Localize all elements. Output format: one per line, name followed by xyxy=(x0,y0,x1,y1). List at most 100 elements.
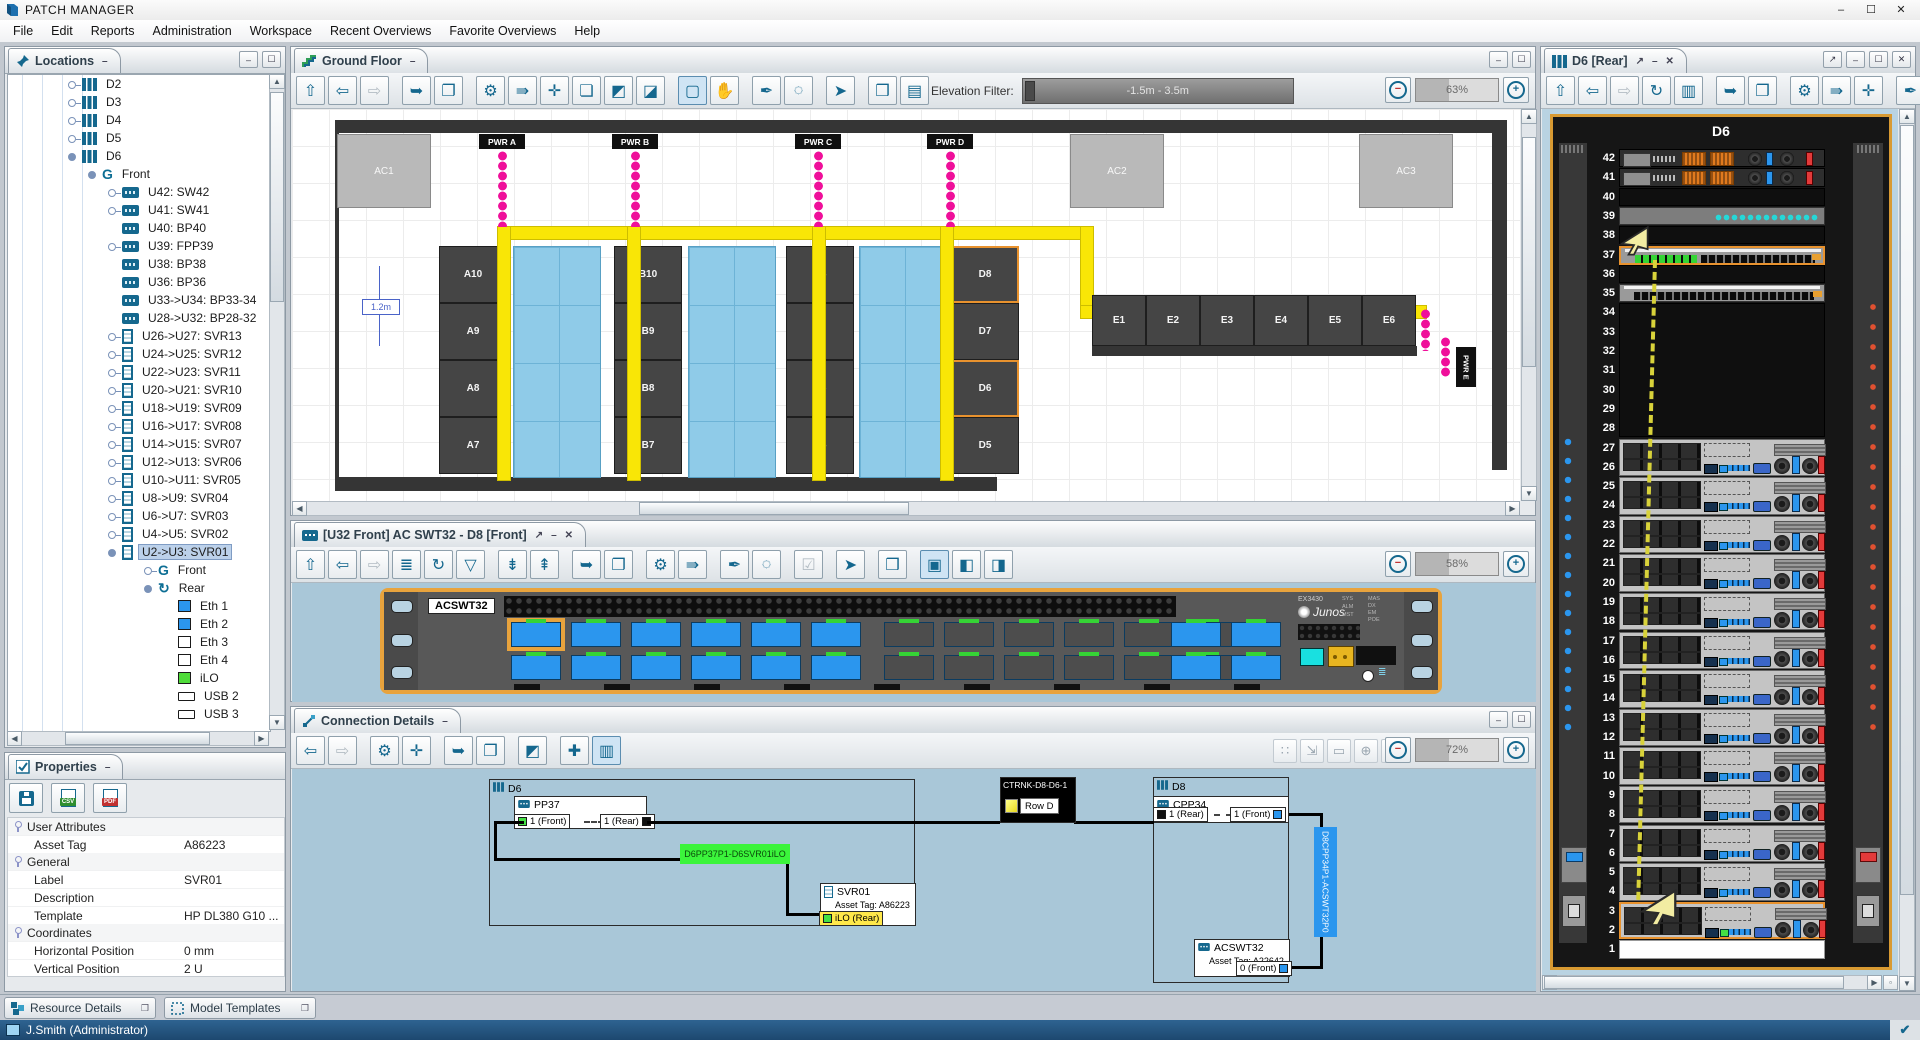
view-alt-button[interactable]: ◨ xyxy=(984,550,1013,579)
expander-collapsed-icon[interactable] xyxy=(108,205,119,216)
window-maximize-button[interactable]: ☐ xyxy=(1856,0,1886,19)
up-button[interactable]: ⇧ xyxy=(1546,76,1575,105)
pwr-node[interactable]: PWR A xyxy=(479,134,525,149)
tree-item-d5[interactable]: D5 xyxy=(8,129,270,147)
device-view-ctl[interactable]: – xyxy=(551,530,557,541)
lock-button[interactable]: ◩ xyxy=(604,76,633,105)
properties-ctl[interactable]: – xyxy=(105,762,111,773)
switch-port[interactable] xyxy=(1064,622,1114,647)
tree-item-usb-2[interactable]: USB 2 xyxy=(8,687,270,705)
rack-vscroll-up[interactable]: ▲ xyxy=(1899,109,1915,124)
tree-item-d2[interactable]: D2 xyxy=(8,75,270,93)
ac-unit-ac2[interactable]: AC2 xyxy=(1070,134,1164,208)
property-row[interactable]: TemplateHP DL380 G10 ... xyxy=(8,906,284,924)
rotate-button[interactable]: ↻ xyxy=(424,550,453,579)
bottom-tab-resource-details[interactable]: Resource Details❐ xyxy=(4,997,156,1019)
menu-administration[interactable]: Administration xyxy=(143,22,240,40)
rack-up-button[interactable]: ⇞ xyxy=(530,550,559,579)
book-button[interactable]: ❒ xyxy=(868,76,897,105)
tree-item-u18-u19-svr09[interactable]: U18->U19: SVR09 xyxy=(8,399,270,417)
columns-button[interactable]: ▥ xyxy=(1674,76,1703,105)
layers-button[interactable]: ❏ xyxy=(572,76,601,105)
switch-port[interactable] xyxy=(511,655,561,680)
expander-collapsed-icon[interactable] xyxy=(108,493,119,504)
rack-view-winctls-btn[interactable]: ☐ xyxy=(1869,51,1888,68)
tree-item-eth-2[interactable]: Eth 2 xyxy=(8,615,270,633)
list-button[interactable]: ≣ xyxy=(392,550,421,579)
zoom-in-button[interactable]: + xyxy=(1503,77,1529,103)
rack-corner-box[interactable]: ▫ xyxy=(1883,975,1898,990)
save-button[interactable] xyxy=(9,783,43,813)
tree-item-front[interactable]: GFront xyxy=(8,165,270,183)
tree-item-u6-u7-svr03[interactable]: U6->U7: SVR03 xyxy=(8,507,270,525)
property-row[interactable]: Vertical Position2 U xyxy=(8,959,284,977)
locations-hscroll-left[interactable]: ◀ xyxy=(7,731,22,746)
elevation-filter-thumb[interactable] xyxy=(1025,81,1035,101)
reset-button[interactable] xyxy=(1362,670,1374,682)
view-normal-button[interactable]: ▣ xyxy=(920,550,949,579)
switch-port[interactable] xyxy=(884,655,934,680)
export-button[interactable]: ➥ xyxy=(444,736,473,765)
align-button[interactable]: ✛ xyxy=(402,736,431,765)
ac-unit-ac1[interactable]: AC1 xyxy=(337,134,431,208)
switch-device[interactable]: ACSWT32EX3430JunosSYSALMMSTMASDXEMPOE≣ xyxy=(380,588,1442,694)
elevation-filter-slider[interactable]: -1.5m - 3.5m xyxy=(1022,78,1294,104)
rack-switch-rear[interactable] xyxy=(1619,168,1825,186)
rack-switch-rear[interactable] xyxy=(1619,149,1825,167)
switch-port[interactable] xyxy=(1171,622,1221,647)
pin-button[interactable]: ✒ xyxy=(1896,76,1920,105)
switch-port[interactable] xyxy=(751,655,801,680)
back-button[interactable]: ⇦ xyxy=(328,550,357,579)
copy-button[interactable]: ❐ xyxy=(476,736,505,765)
back-button[interactable]: ⇦ xyxy=(1578,76,1607,105)
expander-collapsed-icon[interactable] xyxy=(108,349,119,360)
rack-view-ctl[interactable]: – xyxy=(1652,56,1658,67)
connection-winctls-btn[interactable]: – xyxy=(1489,711,1508,728)
tree-item-eth-4[interactable]: Eth 4 xyxy=(8,651,270,669)
link-button[interactable]: ⊕ xyxy=(1354,739,1378,763)
expander-collapsed-icon[interactable] xyxy=(68,133,79,144)
blank-panel[interactable] xyxy=(1619,265,1825,283)
ground-floor-tab[interactable]: Ground Floor– xyxy=(294,48,428,73)
navigate-button[interactable]: ⇛ xyxy=(678,550,707,579)
select-button[interactable]: ▢ xyxy=(678,76,707,105)
cursor-button[interactable]: ➤ xyxy=(836,550,865,579)
navigate-button[interactable]: ⇛ xyxy=(1822,76,1851,105)
connection-details-tab[interactable]: Connection Details– xyxy=(294,708,461,733)
floor-rack-d8[interactable]: D8 xyxy=(951,246,1019,303)
rack-down-button[interactable]: ⇟ xyxy=(498,550,527,579)
locations-ctl[interactable]: – xyxy=(102,56,108,67)
switch-port[interactable] xyxy=(1124,655,1174,680)
up-button[interactable]: ⇧ xyxy=(296,550,325,579)
highlight-zone[interactable] xyxy=(859,246,947,478)
rack-canvas[interactable]: D642414039383736353433323130292827262524… xyxy=(1542,109,1898,991)
port-chip-0front[interactable]: 0 (Front) xyxy=(1236,961,1292,976)
highlight-zone[interactable] xyxy=(513,246,601,478)
switch-port[interactable] xyxy=(1171,655,1221,680)
tree-item-u42-sw42[interactable]: U42: SW42 xyxy=(8,183,270,201)
pwr-node[interactable]: PWR D xyxy=(927,134,973,149)
floor-rack-d7[interactable]: D7 xyxy=(951,303,1019,360)
tree-item-u39-fpp39[interactable]: U39: FPP39 xyxy=(8,237,270,255)
copy-button[interactable]: ❐ xyxy=(1748,76,1777,105)
patch-panel-35[interactable] xyxy=(1619,284,1825,302)
locations-vscroll-up[interactable]: ▲ xyxy=(269,74,285,89)
locations-winctls-btn[interactable]: ☐ xyxy=(262,51,281,68)
tree-item-u12-u13-svr06[interactable]: U12->U13: SVR06 xyxy=(8,453,270,471)
expander-expanded-icon[interactable] xyxy=(88,169,99,180)
locations-hscroll-thumb[interactable] xyxy=(65,732,210,745)
highlight-zone[interactable] xyxy=(688,246,776,478)
expander-collapsed-icon[interactable] xyxy=(68,97,79,108)
tree-item-u2-u3-svr01[interactable]: U2->U3: SVR01 xyxy=(8,543,270,561)
view-split-button[interactable]: ◧ xyxy=(952,550,981,579)
lasso-button[interactable]: ◌ xyxy=(784,76,813,105)
switch-port[interactable] xyxy=(751,622,801,647)
properties-tab[interactable]: Properties– xyxy=(8,754,123,779)
rack-server[interactable] xyxy=(1619,786,1825,824)
rack-server[interactable] xyxy=(1619,747,1825,785)
menu-help[interactable]: Help xyxy=(565,22,609,40)
expander-collapsed-icon[interactable] xyxy=(108,187,119,198)
switch-port[interactable] xyxy=(811,622,861,647)
switch-port[interactable] xyxy=(1124,622,1174,647)
export-pdf-button[interactable]: PDF xyxy=(93,783,127,813)
